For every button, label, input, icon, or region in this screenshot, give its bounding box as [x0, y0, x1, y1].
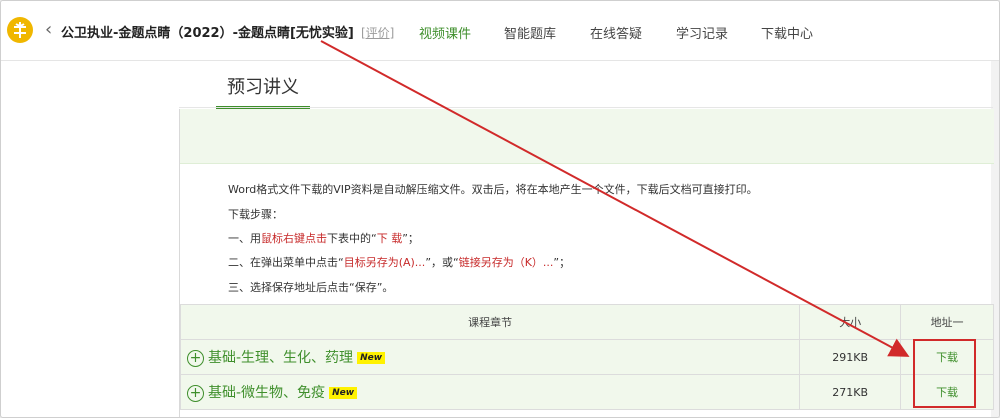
expand-plus-icon[interactable]: + — [187, 384, 204, 402]
chapter-cell[interactable]: + 基础-微生物、免疫 New — [179, 374, 801, 410]
back-chevron-icon[interactable]: ‹ — [45, 19, 52, 40]
content-area: Word格式文件下载的VIP资料是自动解压缩文件。双击后，将在本地产生一个文件，… — [179, 109, 994, 417]
expand-plus-icon[interactable]: + — [187, 349, 204, 367]
top-bar: ‹ 公卫执业-金题点睛（2022）-金题点睛[无忧实验] [评价] 视频课件 智… — [1, 1, 999, 61]
chapter-name[interactable]: 基础-生理、生化、药理 — [208, 350, 353, 366]
instruction-steps-title: 下载步骤： — [228, 208, 283, 221]
annotation-highlight-box — [913, 339, 976, 408]
chapter-cell[interactable]: + 基础-生理、生化、药理 New — [179, 339, 801, 375]
header-address: 地址一 — [900, 304, 994, 340]
size-cell: 271KB — [799, 374, 902, 410]
download-table: 课程章节 大小 地址一 + 基础-生理、生化、药理 New 291KB 下载 + 基础… — [179, 304, 994, 410]
instruction-step-3: 三、选择保存地址后点击“保存”。 — [228, 281, 394, 294]
instruction-step-1: 一、用鼠标右键点击下表中的“下 载”； — [228, 232, 419, 245]
rate-link[interactable]: [评价] — [361, 24, 394, 41]
tab-label: 预习讲义 — [227, 77, 299, 98]
course-title: 公卫执业-金题点睛（2022）-金题点睛[无忧实验] — [61, 26, 354, 41]
divider — [179, 107, 993, 108]
tab-preview-notes[interactable]: 预习讲义 — [216, 73, 310, 109]
logo-icon[interactable] — [7, 17, 33, 43]
nav-study-records[interactable]: 学习记录 — [676, 23, 728, 42]
header-band — [180, 109, 994, 164]
nav-online-qa[interactable]: 在线答疑 — [590, 23, 642, 42]
instruction-step-2: 二、在弹出菜单中点击“目标另存为(A)...”，或“链接另存为（K）...”； — [228, 256, 571, 269]
page-frame: ‹ 公卫执业-金题点睛（2022）-金题点睛[无忧实验] [评价] 视频课件 智… — [0, 0, 1000, 418]
nav-question-bank[interactable]: 智能题库 — [504, 23, 556, 42]
header-chapter: 课程章节 — [179, 304, 801, 340]
nav-video-courses[interactable]: 视频课件 — [419, 23, 471, 42]
chapter-name[interactable]: 基础-微生物、免疫 — [208, 385, 325, 401]
table-header-row: 课程章节 大小 地址一 — [179, 304, 994, 340]
size-cell: 291KB — [799, 339, 902, 375]
table-row: + 基础-微生物、免疫 New 271KB 下载 — [179, 374, 994, 410]
table-row: + 基础-生理、生化、药理 New 291KB 下载 — [179, 339, 994, 375]
nav-download-center[interactable]: 下载中心 — [761, 23, 813, 42]
instruction-intro: Word格式文件下载的VIP资料是自动解压缩文件。双击后，将在本地产生一个文件，… — [228, 183, 758, 196]
new-badge: New — [329, 387, 358, 399]
header-size: 大小 — [799, 304, 902, 340]
new-badge: New — [357, 352, 386, 364]
